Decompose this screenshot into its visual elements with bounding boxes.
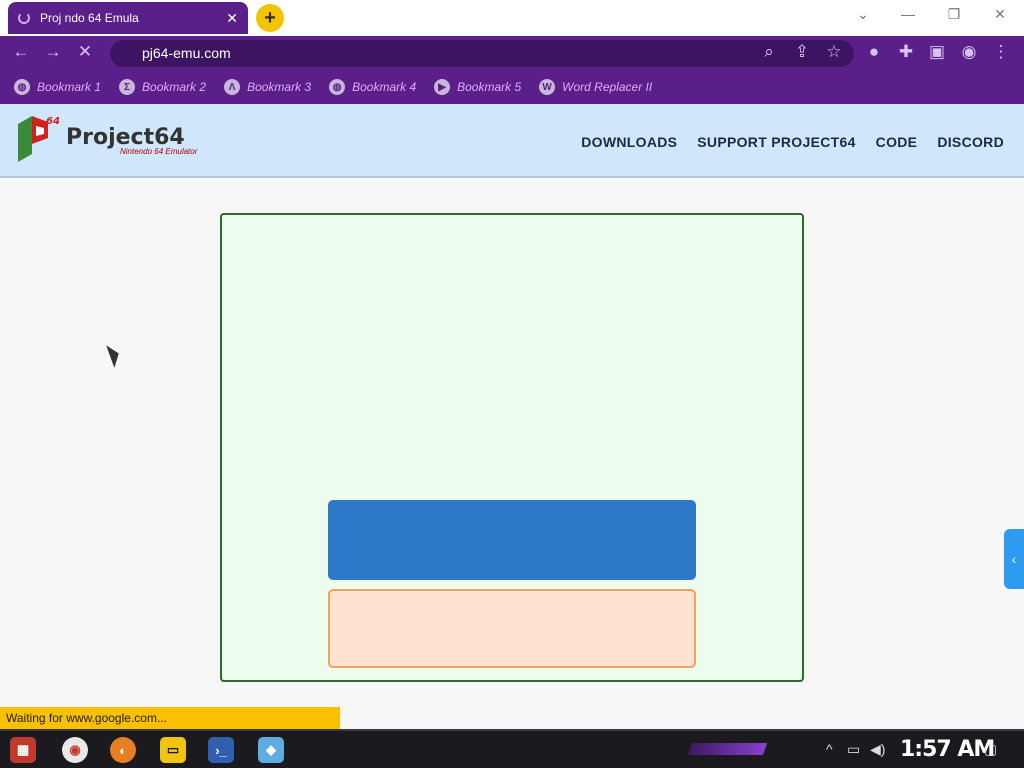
movie-icon: ▶	[434, 79, 451, 95]
minimize-icon[interactable]: —	[898, 6, 918, 22]
content-panel	[220, 213, 804, 682]
nav-support-project64[interactable]: SUPPORT PROJECT64	[697, 134, 855, 150]
bookmark-label: Bookmark 2	[142, 80, 207, 94]
new-tab-button[interactable]: +	[256, 4, 284, 32]
bookmark-item[interactable]: Λ Bookmark 3	[224, 79, 311, 95]
file-explorer-icon[interactable]: ▭	[160, 737, 186, 763]
site-header: 64 Project64 Nintendo 64 Emulator DOWNLO…	[0, 104, 1024, 178]
extensions-puzzle-icon[interactable]: ✚	[895, 42, 917, 62]
notifications-icon[interactable]: ▢	[984, 741, 997, 758]
browser-tab[interactable]: Proj ndo 64 Emula ✕	[8, 2, 248, 34]
bookmark-star-icon[interactable]: ☆	[823, 42, 845, 62]
browser-toolbar: ← → ✕ pj64-emu.com ⌕ ⇪ ☆ ● ✚ ▣ ◉ ⋮	[0, 36, 1024, 70]
wr-icon: W	[539, 79, 556, 95]
restore-icon[interactable]: ❐	[944, 6, 964, 23]
nav-code[interactable]: CODE	[876, 134, 918, 150]
nav-downloads[interactable]: DOWNLOADS	[581, 134, 677, 150]
tab-search-icon[interactable]: ⌄	[853, 6, 873, 23]
bookmark-label: Bookmark 3	[247, 80, 312, 94]
loading-spinner-icon	[18, 12, 30, 24]
sigma-icon: Σ	[119, 79, 136, 95]
profile-icon[interactable]: ◉	[958, 42, 980, 62]
blue-placeholder-box[interactable]	[328, 500, 696, 580]
start-button-icon[interactable]: ▦	[10, 737, 36, 763]
bookmark-label: Bookmark 5	[457, 80, 522, 94]
tray-chevron-icon[interactable]: ^	[826, 741, 833, 757]
firefox-icon[interactable]: ◐	[110, 737, 136, 763]
address-bar[interactable]: pj64-emu.com	[110, 40, 854, 67]
share-icon[interactable]: ⇪	[791, 42, 813, 62]
bookmark-item[interactable]: Σ Bookmark 2	[119, 79, 206, 95]
bookmark-item[interactable]: ▶ Bookmark 5	[434, 79, 521, 95]
taskbar-decoration	[687, 743, 768, 755]
chrome-icon[interactable]: ◉	[62, 737, 88, 763]
stop-icon[interactable]: ✕	[74, 42, 96, 62]
bookmark-item[interactable]: ◍ Bookmark 1	[14, 79, 101, 95]
tab-title: Proj ndo 64 Emula	[40, 11, 139, 25]
project64-logo[interactable]: 64 Project64 Nintendo 64 Emulator	[12, 112, 197, 168]
taskbar-clock[interactable]: 1:57 AM	[900, 737, 995, 762]
menu-icon[interactable]: ⋮	[990, 42, 1012, 62]
site-nav: DOWNLOADS SUPPORT PROJECT64 CODE DISCORD	[581, 134, 1004, 150]
globe-icon: ◍	[14, 79, 30, 95]
lambda-icon: Λ	[224, 79, 241, 95]
status-bar: Waiting for www.google.com...	[0, 707, 340, 729]
tab-close-icon[interactable]: ✕	[226, 10, 238, 27]
bookmark-label: Word Replacer II	[562, 80, 653, 94]
app-icon[interactable]: ◆	[258, 737, 284, 763]
tab-strip: Proj ndo 64 Emula ✕ + ⌄ — ❐ ✕	[0, 0, 1024, 36]
forward-icon[interactable]: →	[42, 42, 64, 62]
bookmark-item[interactable]: W Word Replacer II	[539, 79, 652, 95]
back-icon[interactable]: ←	[10, 42, 32, 62]
peach-placeholder-box[interactable]	[328, 589, 696, 668]
network-icon[interactable]: ▭	[847, 741, 860, 758]
bookmark-label: Bookmark 1	[37, 80, 102, 94]
project64-logo-icon: 64	[18, 116, 60, 162]
logo-tagline: Nintendo 64 Emulator	[120, 146, 198, 156]
mouse-cursor-icon	[106, 342, 123, 368]
side-collapse-tab[interactable]: ‹	[1004, 529, 1024, 589]
powershell-icon[interactable]: ›_	[208, 737, 234, 763]
close-window-icon[interactable]: ✕	[990, 6, 1010, 23]
volume-icon[interactable]: ◀)	[870, 741, 885, 758]
address-text: pj64-emu.com	[142, 45, 231, 61]
globe-icon: ◍	[329, 79, 346, 95]
logo-badge: 64	[46, 116, 60, 127]
taskbar: ▦ ◉ ◐ ▭ ›_ ◆ ^ ▭ ◀) 1:57 AM ▢	[0, 729, 1024, 768]
search-icon[interactable]: ⌕	[758, 42, 780, 62]
bookmark-item[interactable]: ◍ Bookmark 4	[329, 79, 416, 95]
logo-name: Project64	[66, 124, 185, 150]
extension-avatar-icon[interactable]: ●	[863, 42, 885, 62]
side-panel-icon[interactable]: ▣	[926, 42, 948, 62]
bookmarks-bar: ◍ Bookmark 1 Σ Bookmark 2 Λ Bookmark 3 ◍…	[0, 70, 1024, 104]
nav-discord[interactable]: DISCORD	[937, 134, 1004, 150]
bookmark-label: Bookmark 4	[352, 80, 417, 94]
